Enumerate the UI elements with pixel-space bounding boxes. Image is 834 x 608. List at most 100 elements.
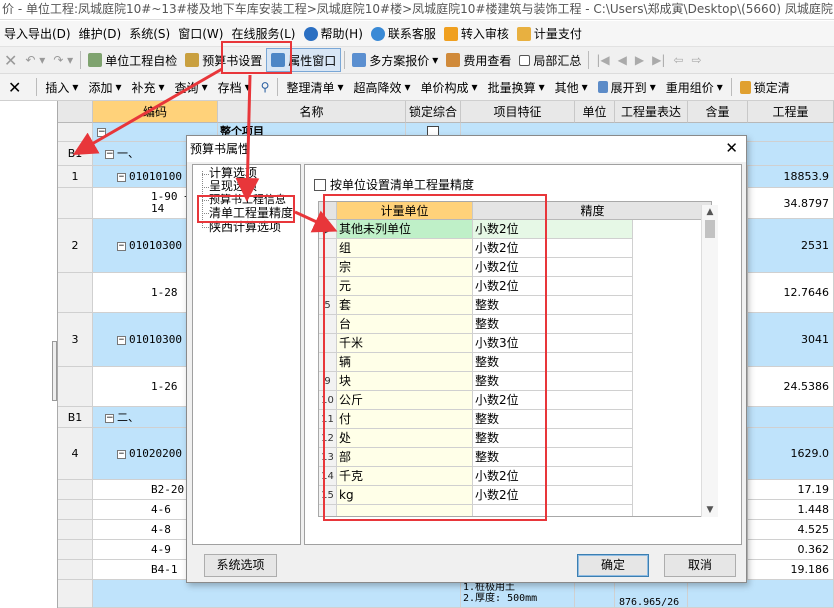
- close-icon[interactable]: ✕: [725, 139, 738, 157]
- scroll-thumb[interactable]: [705, 220, 715, 238]
- precision-value[interactable]: 小数2位: [473, 220, 633, 239]
- menu-help[interactable]: 帮助(H): [300, 25, 367, 42]
- grid-header-code[interactable]: 编码: [93, 101, 218, 123]
- partial-summary-button[interactable]: 局部汇总: [515, 48, 585, 72]
- grid-header-feature[interactable]: 项目特征: [461, 101, 575, 123]
- menu-maintain[interactable]: 维护(D): [75, 25, 126, 42]
- fee-view-button[interactable]: 费用查看: [442, 48, 515, 72]
- precision-value[interactable]: 整数: [473, 448, 633, 467]
- menu-window[interactable]: 窗口(W): [174, 25, 227, 42]
- precision-row[interactable]: 元小数2位: [319, 277, 711, 296]
- precision-header-unit[interactable]: 计量单位: [337, 202, 473, 220]
- precision-value[interactable]: 小数2位: [473, 277, 633, 296]
- grid-header-name[interactable]: 名称: [218, 101, 406, 123]
- menu-payment[interactable]: 计量支付: [513, 25, 586, 42]
- splitter-handle[interactable]: [52, 341, 57, 401]
- by-unit-checkbox[interactable]: [314, 178, 326, 191]
- precision-row-partial[interactable]: [319, 505, 711, 516]
- tree-item-project-info[interactable]: 预算书工程信息: [209, 193, 286, 206]
- organize-list-button[interactable]: 整理清单 ▾: [281, 75, 348, 99]
- precision-row[interactable]: 13 部整数: [319, 448, 711, 467]
- collapse-icon[interactable]: −: [117, 335, 126, 345]
- table-row[interactable]: 1.桩极用土 2.厚度: 500mm 876.965/26: [58, 580, 834, 608]
- scroll-up-icon[interactable]: ▲: [702, 205, 718, 219]
- precision-row[interactable]: 辆整数: [319, 353, 711, 372]
- precision-row[interactable]: 组小数2位: [319, 239, 711, 258]
- precision-row[interactable]: ▶ 其他未列单位 小数2位: [319, 220, 711, 239]
- binoculars-icon[interactable]: ⚲: [256, 75, 275, 99]
- archive-button[interactable]: 存档 ▾: [213, 75, 256, 99]
- tree-item-quantity-precision[interactable]: 清单工程量精度: [209, 207, 293, 220]
- grid-header-expr[interactable]: 工程量表达: [615, 101, 688, 123]
- collapse-icon[interactable]: −: [117, 172, 126, 182]
- multi-plan-button[interactable]: 多方案报价 ▾: [348, 48, 442, 72]
- precision-value[interactable]: 整数: [473, 429, 633, 448]
- batch-convert-button[interactable]: 批量换算 ▾: [483, 75, 550, 99]
- menu-customer-service[interactable]: 联系客服: [367, 25, 440, 42]
- close-panel-icon[interactable]: ✕: [0, 75, 33, 99]
- precision-row[interactable]: 5 套整数: [319, 296, 711, 315]
- expand-to-button[interactable]: 展开到 ▾: [593, 75, 661, 99]
- grid-header-qty[interactable]: 工程量: [748, 101, 834, 123]
- precision-row[interactable]: 10 公斤 小数2位: [319, 391, 711, 410]
- precision-value[interactable]: [473, 505, 633, 516]
- precision-row[interactable]: 千米 小数3位: [319, 334, 711, 353]
- menu-audit[interactable]: 转入审核: [440, 25, 513, 42]
- query-button[interactable]: 查询 ▾: [170, 75, 213, 99]
- precision-value[interactable]: 整数: [473, 315, 633, 334]
- precision-value[interactable]: 小数2位: [473, 391, 633, 410]
- redo-icon[interactable]: ↷ ▾: [49, 48, 77, 72]
- collapse-icon[interactable]: −: [105, 149, 114, 159]
- budget-settings-button[interactable]: 预算书设置: [181, 48, 266, 72]
- reuse-price-button[interactable]: 重用组价 ▾: [661, 75, 728, 99]
- move-right-icon[interactable]: ⇨: [687, 48, 705, 72]
- insert-button[interactable]: 插入 ▾: [40, 75, 83, 99]
- precision-row[interactable]: 9 块整数: [319, 372, 711, 391]
- property-window-button[interactable]: 属性窗口: [266, 48, 342, 72]
- precision-value[interactable]: 小数3位: [473, 334, 633, 353]
- precision-value[interactable]: 整数: [473, 410, 633, 429]
- tree-item-shaanxi-options[interactable]: 陕西计算选项: [209, 221, 281, 234]
- precision-value[interactable]: 整数: [473, 296, 633, 315]
- collapse-icon[interactable]: −: [97, 127, 106, 137]
- ok-button[interactable]: 确定: [577, 554, 649, 577]
- move-left-icon[interactable]: ⇦: [669, 48, 687, 72]
- grid-header-content[interactable]: 含量: [688, 101, 748, 123]
- system-options-button[interactable]: 系统选项: [204, 554, 277, 577]
- nav-prev-icon[interactable]: ◀: [614, 48, 631, 72]
- precision-row[interactable]: 12 处整数: [319, 429, 711, 448]
- precision-value[interactable]: 小数2位: [473, 467, 633, 486]
- close-icon[interactable]: ✕: [0, 48, 21, 72]
- menu-import-export[interactable]: 导入导出(D): [0, 25, 75, 42]
- precision-row[interactable]: 14 千克 小数2位: [319, 467, 711, 486]
- collapse-icon[interactable]: −: [117, 449, 126, 459]
- precision-row[interactable]: 11 付整数: [319, 410, 711, 429]
- nav-last-icon[interactable]: ▶|: [648, 48, 669, 72]
- precision-header-precision[interactable]: 精度: [473, 202, 711, 220]
- precision-row[interactable]: 宗小数2位: [319, 258, 711, 277]
- precision-row[interactable]: 台整数: [319, 315, 711, 334]
- supplement-button[interactable]: 补充 ▾: [127, 75, 170, 99]
- add-button[interactable]: 添加 ▾: [83, 75, 126, 99]
- precision-value[interactable]: 小数2位: [473, 258, 633, 277]
- grid-header-lock[interactable]: 锁定综合: [406, 101, 461, 123]
- by-unit-checkbox-row[interactable]: 按单位设置清单工程量精度: [314, 176, 474, 193]
- precision-value[interactable]: 小数2位: [473, 239, 633, 258]
- height-reduction-button[interactable]: 超高降效 ▾: [348, 75, 415, 99]
- cancel-button[interactable]: 取消: [664, 554, 736, 577]
- scroll-down-icon[interactable]: ▼: [702, 503, 718, 517]
- nav-first-icon[interactable]: |◀: [592, 48, 613, 72]
- unit-price-button[interactable]: 单价构成 ▾: [416, 75, 483, 99]
- menu-online-service[interactable]: 在线服务(L): [227, 25, 299, 42]
- grid-header-unit[interactable]: 单位: [575, 101, 615, 123]
- other-button[interactable]: 其他 ▾: [550, 75, 593, 99]
- collapse-icon[interactable]: −: [105, 413, 114, 423]
- nav-next-icon[interactable]: ▶: [631, 48, 648, 72]
- precision-value[interactable]: 整数: [473, 372, 633, 391]
- precision-row[interactable]: 15 kg 小数2位: [319, 486, 711, 505]
- precision-value[interactable]: 整数: [473, 353, 633, 372]
- unit-check-button[interactable]: 单位工程自检: [84, 48, 181, 72]
- precision-value[interactable]: 小数2位: [473, 486, 633, 505]
- collapse-icon[interactable]: −: [117, 241, 126, 251]
- tree-item-display-options[interactable]: 呈现选项: [209, 180, 257, 193]
